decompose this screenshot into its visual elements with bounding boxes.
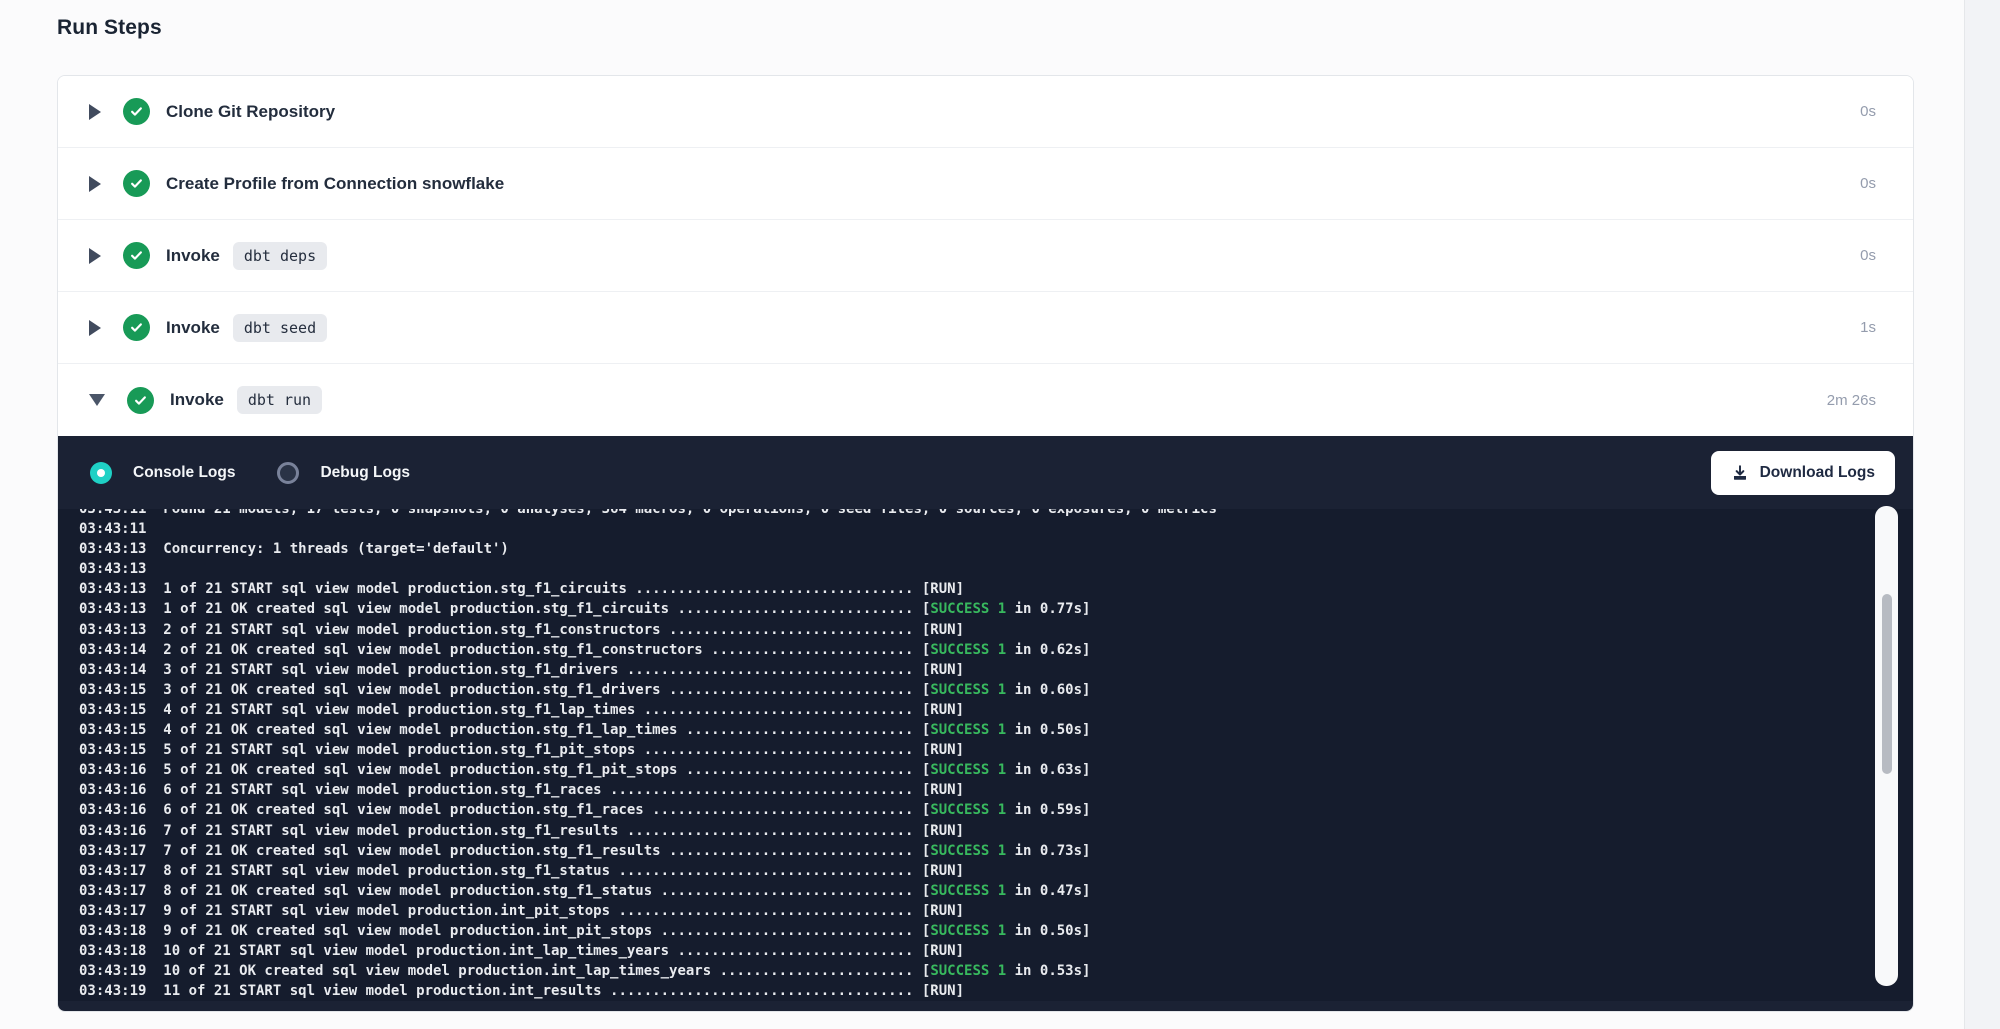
- success-check-icon: [123, 314, 150, 341]
- console-scrollbar-track[interactable]: [1875, 506, 1898, 986]
- step-duration: 1s: [1860, 319, 1876, 336]
- command-badge: dbt deps: [233, 242, 327, 270]
- log-line: 03:43:17 8 of 21 START sql view model pr…: [79, 861, 1853, 881]
- success-check-icon: [127, 387, 154, 414]
- log-line: 03:43:17 7 of 21 OK created sql view mod…: [79, 841, 1853, 861]
- command-badge: dbt seed: [233, 314, 327, 342]
- log-line: 03:43:13 2 of 21 START sql view model pr…: [79, 620, 1853, 640]
- run-steps-card: Clone Git Repository 0s Create Profile f…: [57, 75, 1914, 1012]
- log-panel-header: Console Logs Debug Logs Download Logs: [58, 436, 1913, 509]
- log-type-radio-group: Console Logs Debug Logs: [90, 462, 410, 484]
- log-line: 03:43:17 8 of 21 OK created sql view mod…: [79, 881, 1853, 901]
- chevron-right-icon[interactable]: [89, 176, 101, 192]
- log-line: 03:43:15 4 of 21 OK created sql view mod…: [79, 720, 1853, 740]
- log-line: 03:43:13 1 of 21 OK created sql view mod…: [79, 599, 1853, 619]
- step-duration: 2m 26s: [1827, 392, 1876, 409]
- step-label: Clone Git Repository: [166, 102, 335, 122]
- command-badge: dbt run: [237, 386, 322, 414]
- download-logs-label: Download Logs: [1760, 464, 1875, 482]
- radio-label: Debug Logs: [320, 464, 410, 482]
- log-line: 03:43:11: [79, 519, 1853, 539]
- download-icon: [1731, 464, 1749, 482]
- log-line: 03:43:17 9 of 21 START sql view model pr…: [79, 901, 1853, 921]
- log-line: 03:43:16 5 of 21 OK created sql view mod…: [79, 760, 1853, 780]
- step-row-clone-git-repository[interactable]: Clone Git Repository 0s: [58, 76, 1913, 148]
- log-line: 03:43:13 1 of 21 START sql view model pr…: [79, 579, 1853, 599]
- radio-console-logs[interactable]: Console Logs: [90, 462, 235, 484]
- chevron-right-icon[interactable]: [89, 248, 101, 264]
- step-label: Create Profile from Connection snowflake: [166, 174, 504, 194]
- step-row-invoke-dbt-deps[interactable]: Invoke dbt deps 0s: [58, 220, 1913, 292]
- log-line: 03:43:11 Found 21 models, 17 tests, 0 sn…: [79, 509, 1853, 519]
- chevron-right-icon[interactable]: [89, 320, 101, 336]
- log-line: 03:43:16 6 of 21 START sql view model pr…: [79, 780, 1853, 800]
- radio-selected-icon[interactable]: [90, 462, 112, 484]
- log-line: 03:43:19 11 of 21 START sql view model p…: [79, 981, 1853, 1001]
- log-line: 03:43:14 3 of 21 START sql view model pr…: [79, 660, 1853, 680]
- step-row-invoke-dbt-seed[interactable]: Invoke dbt seed 1s: [58, 292, 1913, 364]
- step-row-invoke-dbt-run[interactable]: Invoke dbt run 2m 26s: [58, 364, 1913, 436]
- step-duration: 0s: [1860, 103, 1876, 120]
- log-line: 03:43:13: [79, 559, 1853, 579]
- log-line: 03:43:13 Concurrency: 1 threads (target=…: [79, 539, 1853, 559]
- log-line: 03:43:18 10 of 21 START sql view model p…: [79, 941, 1853, 961]
- log-line: 03:43:15 4 of 21 START sql view model pr…: [79, 700, 1853, 720]
- chevron-down-icon[interactable]: [89, 394, 105, 406]
- log-panel: Console Logs Debug Logs Download Logs: [58, 436, 1913, 1012]
- log-line: 03:43:19 10 of 21 OK created sql view mo…: [79, 961, 1853, 981]
- step-label: Invoke: [170, 390, 224, 410]
- console-log-output[interactable]: 03:43:11 Found 21 models, 17 tests, 0 sn…: [58, 509, 1913, 1001]
- radio-label: Console Logs: [133, 464, 235, 482]
- radio-unselected-icon[interactable]: [277, 462, 299, 484]
- step-label: Invoke: [166, 246, 220, 266]
- page-title: Run Steps: [57, 16, 162, 40]
- page-scroll-gutter[interactable]: [1964, 0, 2000, 1029]
- log-line: 03:43:18 9 of 21 OK created sql view mod…: [79, 921, 1853, 941]
- success-check-icon: [123, 170, 150, 197]
- log-line: 03:43:16 6 of 21 OK created sql view mod…: [79, 800, 1853, 820]
- download-logs-button[interactable]: Download Logs: [1711, 451, 1895, 495]
- success-check-icon: [123, 242, 150, 269]
- step-duration: 0s: [1860, 247, 1876, 264]
- log-line: 03:43:15 5 of 21 START sql view model pr…: [79, 740, 1853, 760]
- log-line: 03:43:15 3 of 21 OK created sql view mod…: [79, 680, 1853, 700]
- radio-debug-logs[interactable]: Debug Logs: [277, 462, 410, 484]
- log-lines: 03:43:11 Found 21 models, 17 tests, 0 sn…: [79, 509, 1853, 1001]
- console-scrollbar-thumb[interactable]: [1882, 594, 1892, 774]
- step-row-create-profile[interactable]: Create Profile from Connection snowflake…: [58, 148, 1913, 220]
- step-label: Invoke: [166, 318, 220, 338]
- success-check-icon: [123, 98, 150, 125]
- log-line: 03:43:14 2 of 21 OK created sql view mod…: [79, 640, 1853, 660]
- step-duration: 0s: [1860, 175, 1876, 192]
- chevron-right-icon[interactable]: [89, 104, 101, 120]
- log-line: 03:43:16 7 of 21 START sql view model pr…: [79, 821, 1853, 841]
